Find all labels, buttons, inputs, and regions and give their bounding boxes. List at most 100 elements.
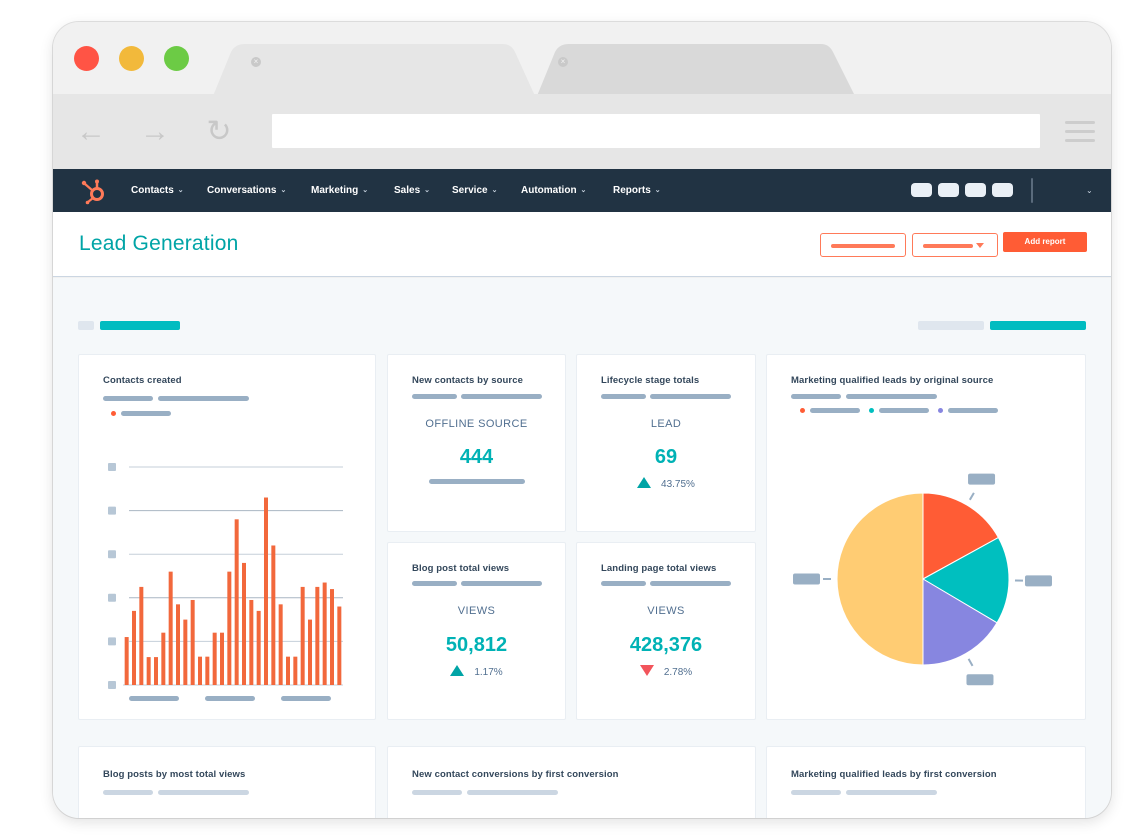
y-tick-label-placeholder xyxy=(108,637,116,646)
bar xyxy=(154,657,158,685)
bar xyxy=(286,656,290,685)
trend-up-icon xyxy=(637,477,652,488)
back-arrow-icon[interactable]: ← xyxy=(73,114,109,150)
kpi-change: 2.78% xyxy=(577,665,755,678)
add-report-button[interactable]: Add report xyxy=(1003,232,1087,252)
nav-utility-icon[interactable] xyxy=(965,183,986,197)
dashboard-selector[interactable] xyxy=(100,321,180,330)
bar xyxy=(322,582,327,685)
filter-placeholder[interactable] xyxy=(918,321,984,330)
y-tick-label-placeholder xyxy=(108,593,116,602)
subtitle-placeholder xyxy=(846,790,937,795)
close-window-button[interactable] xyxy=(74,46,99,71)
nav-item-reports[interactable]: Reports ⌄ xyxy=(613,169,661,212)
bar xyxy=(198,656,202,685)
chevron-down-icon: ⌄ xyxy=(280,187,287,194)
filter-placeholder[interactable] xyxy=(78,321,94,330)
address-bar[interactable] xyxy=(272,114,1040,148)
report-card-blog-post-total-views[interactable]: Blog post total views VIEWS 50,812 1.17% xyxy=(387,542,566,720)
bar xyxy=(242,562,246,685)
dashboard-content: Contacts created New contacts by source … xyxy=(53,278,1111,818)
y-tick-label-placeholder xyxy=(108,550,116,559)
bar xyxy=(300,586,305,685)
maximize-window-button[interactable] xyxy=(164,46,189,71)
hubspot-sprocket-icon[interactable] xyxy=(80,177,108,205)
nav-item-label: Automation xyxy=(521,185,577,196)
subtitle-placeholder xyxy=(158,790,249,795)
page-header: Lead Generation Add report xyxy=(53,212,1111,277)
nav-item-label: Reports xyxy=(613,185,651,196)
card-title: New contacts by source xyxy=(412,375,523,386)
pie-chart xyxy=(793,473,1052,686)
account-menu-chevron-icon[interactable]: ⌄ xyxy=(1086,169,1093,212)
card-title: Marketing qualified leads by first conve… xyxy=(791,769,997,780)
kpi-label: LEAD xyxy=(650,418,682,430)
browser-menu-icon[interactable] xyxy=(1065,121,1095,148)
subtitle-placeholder xyxy=(601,581,646,586)
report-card-new-contacts-by-source[interactable]: New contacts by source OFFLINE SOURCE 44… xyxy=(387,354,566,532)
minimize-window-button[interactable] xyxy=(119,46,144,71)
nav-item-automation[interactable]: Automation ⌄ xyxy=(521,169,586,212)
header-dropdown-button[interactable] xyxy=(912,233,998,257)
button-label-placeholder xyxy=(831,244,895,248)
report-card-new-contact-conversions[interactable]: New contact conversions by first convers… xyxy=(387,746,756,818)
kpi-detail-placeholder xyxy=(429,479,525,484)
chevron-down-icon: ⌄ xyxy=(362,187,369,194)
browser-titlebar: × × xyxy=(53,22,1111,96)
kpi-change: 43.75% xyxy=(577,477,755,490)
trend-down-icon xyxy=(639,665,654,676)
app-navigation-bar: Contacts ⌄ Conversations ⌄ Marketing ⌄ Sale… xyxy=(53,169,1111,212)
subtitle-placeholder xyxy=(412,394,457,399)
tab-close-icon[interactable]: × xyxy=(251,57,261,67)
bar xyxy=(249,599,254,685)
report-card-contacts-created[interactable]: Contacts created xyxy=(78,354,376,720)
browser-tab[interactable]: × xyxy=(533,44,863,96)
kpi-value: 444 xyxy=(459,446,494,468)
pie-data-label-placeholder xyxy=(1024,575,1052,587)
report-card-blog-posts-by-most-views[interactable]: Blog posts by most total views xyxy=(78,746,376,818)
bar xyxy=(146,657,151,685)
nav-utility-icon[interactable] xyxy=(911,183,932,197)
reload-icon[interactable]: ↻ xyxy=(201,114,237,150)
pie-label-leader xyxy=(967,658,974,667)
page-title: Lead Generation xyxy=(79,232,239,255)
caret-down-icon xyxy=(976,243,984,248)
nav-item-label: Sales xyxy=(394,185,421,196)
bar xyxy=(315,586,320,685)
tab-close-icon[interactable]: × xyxy=(558,57,568,67)
nav-item-contacts[interactable]: Contacts ⌄ xyxy=(131,169,184,212)
kpi-change-value: 2.78% xyxy=(663,667,693,678)
date-range-filter[interactable] xyxy=(990,321,1086,330)
nav-item-label: Conversations xyxy=(207,185,277,196)
nav-utility-icon[interactable] xyxy=(938,183,959,197)
card-title: Blog post total views xyxy=(412,563,510,574)
x-tick-label-placeholder xyxy=(129,696,179,701)
header-action-button[interactable] xyxy=(820,233,906,257)
forward-arrow-icon[interactable]: → xyxy=(137,114,173,150)
report-card-landing-page-total-views[interactable]: Landing page total views VIEWS 428,376 2… xyxy=(576,542,756,720)
report-card-mql-by-original-source[interactable]: Marketing qualified leads by original so… xyxy=(766,354,1086,720)
card-title: Blog posts by most total views xyxy=(103,769,246,780)
browser-tab-active[interactable]: × xyxy=(213,44,543,96)
pie-data-label-placeholder xyxy=(968,473,996,485)
subtitle-placeholder xyxy=(461,394,542,399)
bar xyxy=(176,604,180,685)
chevron-down-icon: ⌄ xyxy=(654,187,661,194)
nav-item-conversations[interactable]: Conversations ⌄ xyxy=(207,169,286,212)
bar xyxy=(308,619,312,685)
chevron-down-icon: ⌄ xyxy=(491,187,498,194)
report-card-lifecycle-stage-totals[interactable]: Lifecycle stage totals LEAD 69 43.75% xyxy=(576,354,756,532)
bar xyxy=(278,604,283,685)
bar xyxy=(124,637,129,685)
y-tick-label-placeholder xyxy=(108,463,116,471)
nav-divider xyxy=(1031,178,1033,203)
kpi-label: OFFLINE SOURCE xyxy=(425,418,528,430)
bar xyxy=(190,599,195,685)
bar xyxy=(271,545,276,685)
nav-item-marketing[interactable]: Marketing ⌄ xyxy=(311,169,368,212)
card-title: Landing page total views xyxy=(601,563,717,574)
report-card-mql-by-first-conversion[interactable]: Marketing qualified leads by first conve… xyxy=(766,746,1086,818)
nav-utility-icon[interactable] xyxy=(992,183,1013,197)
nav-item-sales[interactable]: Sales ⌄ xyxy=(394,169,430,212)
nav-item-service[interactable]: Service ⌄ xyxy=(452,169,497,212)
